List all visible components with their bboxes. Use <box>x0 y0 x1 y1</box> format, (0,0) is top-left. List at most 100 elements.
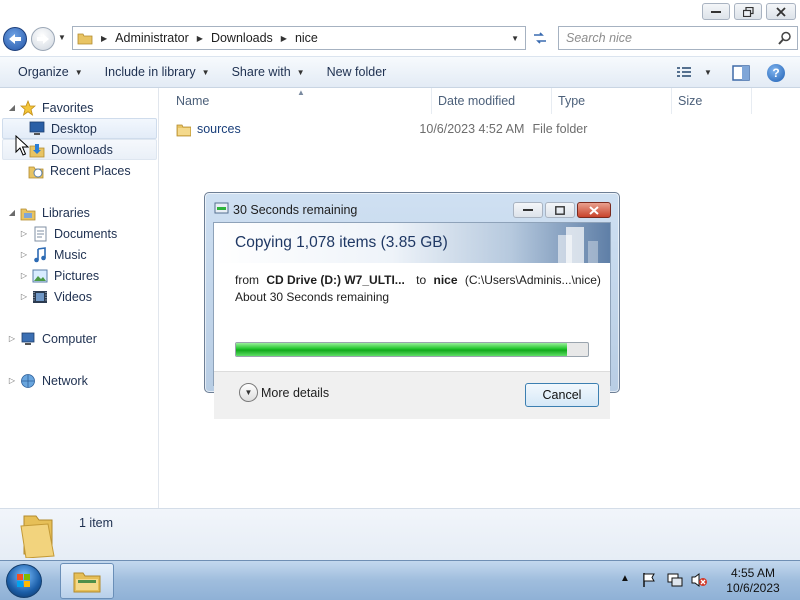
forward-arrow-icon <box>37 34 49 44</box>
dialog-minimize-button[interactable] <box>513 202 543 218</box>
to-label: to <box>416 273 427 287</box>
preview-pane-button[interactable] <box>732 65 750 84</box>
nav-music[interactable]: ▷ Music <box>20 244 87 265</box>
nav-favorites-label: Favorites <box>42 100 94 115</box>
pictures-icon <box>32 269 48 282</box>
close-icon <box>589 205 599 215</box>
to-destination: nice <box>433 273 458 287</box>
navigation-pane: ◢ Favorites Desktop Downloads Recent Pla… <box>0 88 159 508</box>
column-header-date-label: Date modified <box>438 94 516 108</box>
nav-documents-label: Documents <box>54 226 118 241</box>
libraries-icon <box>20 208 36 220</box>
taskbar-explorer-button[interactable] <box>60 563 114 599</box>
collapsed-arrow-icon[interactable]: ▷ <box>20 292 28 301</box>
column-header-size-label: Size <box>678 94 703 108</box>
close-button[interactable] <box>766 3 796 20</box>
preview-pane-icon <box>732 65 750 81</box>
from-source: CD Drive (D:) W7_ULTI... <box>266 273 405 287</box>
recent-pages-chevron-icon[interactable]: ▼ <box>58 33 66 42</box>
copy-from-to: from CD Drive (D:) W7_ULTI... to nice (C… <box>235 273 601 287</box>
item-count: 1 item <box>79 516 114 530</box>
address-bar[interactable]: ▶ Administrator ▶ Downloads ▶ nice ▼ <box>72 26 526 50</box>
file-name: sources <box>196 122 241 136</box>
nav-network[interactable]: ▷ Network <box>8 370 88 391</box>
copy-dialog-icon <box>214 202 229 214</box>
new-folder-label: New folder <box>326 65 387 79</box>
include-in-library-button[interactable]: Include in library ▼ <box>105 65 210 79</box>
restore-button[interactable] <box>734 3 762 20</box>
nav-music-label: Music <box>54 247 87 262</box>
folder-large-icon <box>20 515 55 558</box>
nav-desktop-label: Desktop <box>51 121 97 136</box>
share-with-button[interactable]: Share with ▼ <box>232 65 305 79</box>
chevron-down-icon: ▼ <box>704 67 712 77</box>
collapsed-arrow-icon[interactable]: ▷ <box>8 376 16 385</box>
minimize-icon <box>711 10 721 13</box>
column-header-date-modified[interactable]: Date modified <box>432 88 552 114</box>
expand-arrow-icon[interactable]: ◢ <box>8 103 16 112</box>
cancel-button[interactable]: Cancel <box>525 383 599 407</box>
computer-icon <box>21 332 35 345</box>
collapsed-arrow-icon[interactable]: ▷ <box>8 334 16 343</box>
help-button[interactable]: ? <box>767 64 785 82</box>
minimize-button[interactable] <box>702 3 730 20</box>
music-icon <box>34 246 46 262</box>
network-icon <box>21 373 35 388</box>
breadcrumb-downloads[interactable]: Downloads <box>211 31 273 45</box>
nav-computer[interactable]: ▷ Computer <box>8 328 97 349</box>
refresh-icon <box>534 32 546 44</box>
window-title-bar <box>0 0 800 24</box>
taskbar: ▲ 4:55 AM 10/6/2023 <box>0 560 800 600</box>
search-input[interactable]: Search nice <box>558 26 798 50</box>
breadcrumb-nice[interactable]: nice <box>295 31 318 45</box>
breadcrumb-administrator[interactable]: Administrator <box>115 31 189 45</box>
folder-icon <box>77 33 93 45</box>
forward-button[interactable] <box>31 27 55 51</box>
nav-pictures[interactable]: ▷ Pictures <box>20 265 99 286</box>
organize-button[interactable]: Organize ▼ <box>18 65 83 79</box>
expand-arrow-icon[interactable]: ◢ <box>8 208 16 217</box>
copy-progress-fill <box>236 343 567 356</box>
start-button[interactable] <box>6 564 42 598</box>
back-button[interactable] <box>3 27 27 51</box>
dialog-close-button[interactable] <box>577 202 611 218</box>
refresh-button[interactable] <box>528 26 552 50</box>
column-header-name[interactable]: Name <box>160 88 432 114</box>
table-row[interactable]: sources 10/6/2023 4:52 AM File folder <box>176 118 626 140</box>
address-dropdown-icon[interactable]: ▼ <box>511 34 519 43</box>
column-header-type[interactable]: Type <box>552 88 672 114</box>
restore-icon <box>742 6 754 17</box>
nav-favorites[interactable]: ◢ Favorites <box>8 97 93 118</box>
nav-libraries[interactable]: ◢ Libraries <box>8 202 90 223</box>
new-folder-button[interactable]: New folder <box>327 65 387 79</box>
volume-muted-icon[interactable] <box>691 572 707 588</box>
search-icon[interactable] <box>778 31 792 45</box>
dialog-maximize-button[interactable] <box>545 202 575 218</box>
more-details-toggle[interactable]: ▼ More details <box>239 383 329 402</box>
column-header-size[interactable]: Size <box>672 88 752 114</box>
clock[interactable]: 4:55 AM 10/6/2023 <box>712 566 794 596</box>
desktop-icon <box>29 121 45 135</box>
action-center-flag-icon[interactable] <box>642 572 656 588</box>
change-view-button[interactable]: ▼ <box>676 65 712 79</box>
nav-documents[interactable]: ▷ Documents <box>20 223 117 244</box>
folder-icon <box>176 124 191 137</box>
close-icon <box>776 6 786 17</box>
windows-logo-icon <box>17 574 30 587</box>
nav-pictures-label: Pictures <box>54 268 100 283</box>
help-icon: ? <box>772 66 780 80</box>
more-details-label: More details <box>261 385 330 400</box>
column-header-type-label: Type <box>558 94 586 108</box>
breadcrumb-separator-icon: ▶ <box>101 33 108 43</box>
show-hidden-icons-button[interactable]: ▲ <box>620 573 630 584</box>
nav-videos[interactable]: ▷ Videos <box>20 286 92 307</box>
videos-icon <box>33 290 47 303</box>
collapsed-arrow-icon[interactable]: ▷ <box>20 250 28 259</box>
nav-recent-places[interactable]: Recent Places <box>28 160 131 181</box>
network-tray-icon[interactable] <box>667 572 683 588</box>
search-placeholder: Search nice <box>566 31 633 45</box>
nav-downloads-label: Downloads <box>51 142 113 157</box>
collapsed-arrow-icon[interactable]: ▷ <box>20 271 28 280</box>
nav-network-label: Network <box>42 373 88 388</box>
collapsed-arrow-icon[interactable]: ▷ <box>20 229 28 238</box>
